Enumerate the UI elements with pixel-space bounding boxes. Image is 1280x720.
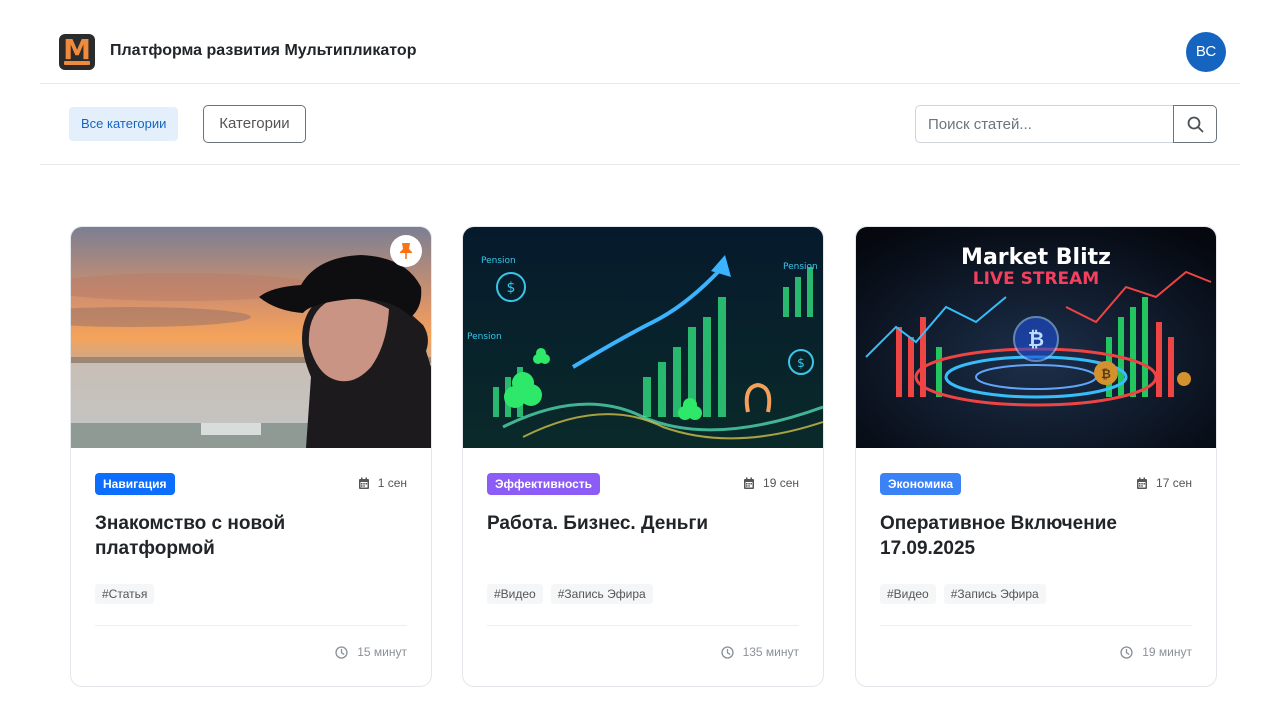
all-categories-chip[interactable]: Все категории xyxy=(69,107,179,141)
tag-list: #Видео #Запись Эфира xyxy=(880,584,1046,604)
image-subtitle: LIVE STREAM xyxy=(973,269,1099,289)
search-button[interactable] xyxy=(1173,105,1217,143)
tag-list: #Видео #Запись Эфира xyxy=(487,584,653,604)
date-text: 17 сен xyxy=(1156,476,1192,490)
svg-text:₿: ₿ xyxy=(1028,327,1044,351)
app-title: Платформа развития Мультипликатор xyxy=(110,42,417,59)
date-text: 1 сен xyxy=(377,476,407,490)
tag[interactable]: #Запись Эфира xyxy=(943,584,1046,604)
duration-text: 15 минут xyxy=(357,645,407,659)
clock-icon xyxy=(335,645,348,659)
article-date: 1 сен xyxy=(358,476,407,490)
article-title[interactable]: Оперативное Включение 17.09.2025 xyxy=(880,511,1190,561)
date-text: 19 сен xyxy=(763,476,799,490)
calendar-icon xyxy=(1137,477,1148,489)
logo-letter: M xyxy=(63,34,91,66)
tag[interactable]: #Статья xyxy=(95,584,155,604)
user-avatar[interactable]: ВС xyxy=(1186,32,1226,72)
tag[interactable]: #Запись Эфира xyxy=(550,584,653,604)
tag[interactable]: #Видео xyxy=(487,584,543,604)
clock-icon xyxy=(1120,645,1133,659)
article-title[interactable]: Знакомство с новой платформой xyxy=(95,511,405,561)
tag-list: #Статья xyxy=(95,584,155,604)
image-label: Pension xyxy=(467,332,502,342)
card-divider xyxy=(95,625,407,626)
search-icon xyxy=(1187,116,1204,133)
card-divider xyxy=(487,625,799,626)
duration-text: 19 минут xyxy=(1142,645,1192,659)
category-badge[interactable]: Экономика xyxy=(880,473,962,495)
top-header: M Платформа развития Мультипликатор ВС xyxy=(40,0,1240,84)
article-card-2[interactable]: $ $ Pension Pension Pension Эффективност… xyxy=(462,226,824,687)
category-badge[interactable]: Эффективность xyxy=(487,473,601,495)
svg-text:₿: ₿ xyxy=(1101,367,1111,381)
svg-text:$: $ xyxy=(507,280,516,296)
tag[interactable]: #Видео xyxy=(880,584,936,604)
article-date: 17 сен xyxy=(1136,476,1192,490)
duration-text: 135 минут xyxy=(742,645,799,659)
search-input[interactable] xyxy=(915,105,1174,143)
logo[interactable]: M xyxy=(59,34,95,70)
pin-icon xyxy=(400,243,412,259)
calendar-icon xyxy=(744,477,755,489)
categories-button[interactable]: Категории xyxy=(203,105,306,143)
svg-text:$: $ xyxy=(797,356,805,370)
clock-icon xyxy=(720,645,734,659)
article-card-1[interactable]: Навигация 1 сен Знакомство с новой платф… xyxy=(70,226,432,687)
article-image-3[interactable]: ₿ ₿ Market Blitz LIVE STREAM xyxy=(856,227,1216,448)
article-date: 19 сен xyxy=(743,476,799,490)
pinned-badge xyxy=(390,235,422,267)
card-divider xyxy=(880,625,1192,626)
read-duration: 15 минут xyxy=(335,645,407,659)
article-title[interactable]: Работа. Бизнес. Деньги xyxy=(487,511,797,536)
image-title: Market Blitz xyxy=(961,245,1111,270)
category-badge[interactable]: Навигация xyxy=(95,473,175,495)
article-card-3[interactable]: ₿ ₿ Market Blitz LIVE STREAM Экономика 1… xyxy=(855,226,1217,687)
calendar-icon xyxy=(358,477,369,489)
logo-underline xyxy=(64,61,90,65)
article-image-2[interactable]: $ $ Pension Pension Pension xyxy=(463,227,823,448)
read-duration: 19 минут xyxy=(1120,645,1192,659)
article-image-1[interactable] xyxy=(71,227,431,448)
image-label: Pension xyxy=(481,256,516,266)
read-duration: 135 минут xyxy=(720,645,799,659)
image-label: Pension xyxy=(783,262,818,272)
filter-toolbar: Все категории Категории xyxy=(40,85,1240,165)
